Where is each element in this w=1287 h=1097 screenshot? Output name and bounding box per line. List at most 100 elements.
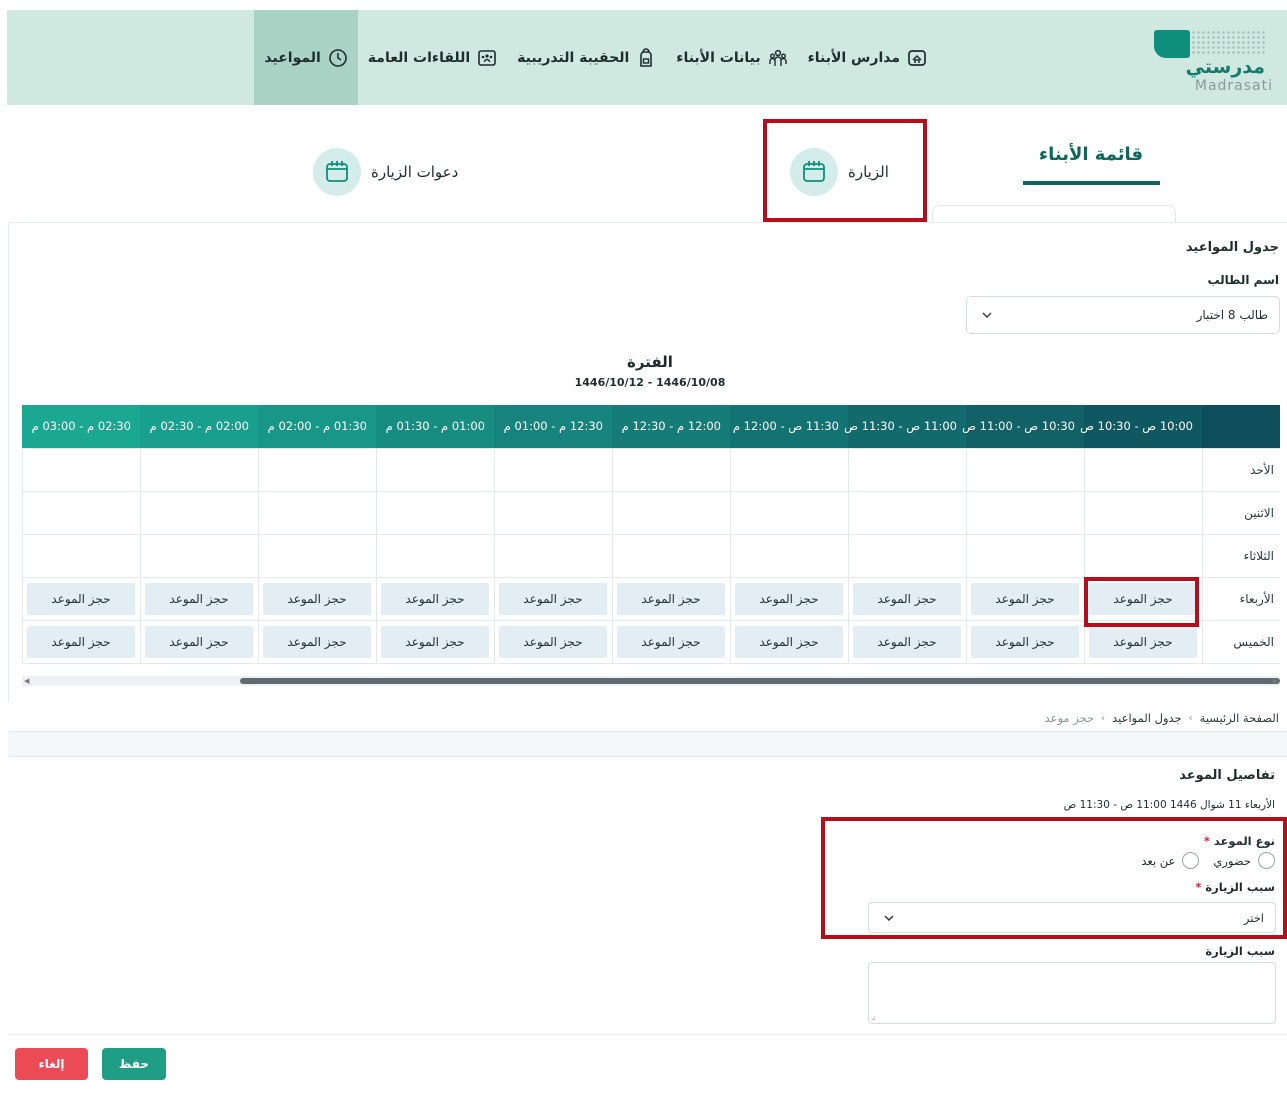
nav-item-training-bag[interactable]: الحقيبة التدريبية: [507, 10, 666, 105]
radio-in-person[interactable]: حضوري: [1213, 852, 1275, 869]
table-row: الثلاثاء: [22, 533, 1280, 578]
nav-item-children-data[interactable]: بيانات الأبناء: [666, 10, 797, 105]
book-appointment-button[interactable]: حجز الموعد: [499, 625, 607, 658]
clock-icon: [328, 48, 347, 67]
scrollbar-thumb[interactable]: [240, 678, 1280, 684]
scroll-left-arrow-icon[interactable]: ◀: [24, 677, 29, 685]
resize-grip-icon[interactable]: ⌟: [871, 1012, 875, 1022]
book-appointment-button[interactable]: حجز الموعد: [381, 582, 489, 615]
cancel-button[interactable]: إلغاء: [15, 1048, 88, 1080]
slot-cell: [729, 533, 849, 578]
slot-cell: حجز الموعد: [375, 576, 495, 621]
chevron-down-icon: [982, 312, 992, 318]
slot-cell: [729, 447, 849, 492]
slot-cell: [847, 490, 967, 535]
radio-remote-label: عن بعد: [1141, 853, 1176, 868]
logo-english-text: Madrasati: [1194, 78, 1273, 94]
student-select-value: طالب 8 اختبار: [1196, 308, 1268, 322]
visit-reason-text-label: سبب الزيارة: [1205, 944, 1275, 958]
table-row: الأحد: [22, 447, 1280, 492]
header-time-slot: 12:30 م - 01:00 م: [494, 405, 612, 448]
appointment-details-title: تفاصيل الموعد: [1179, 768, 1275, 783]
book-appointment-button[interactable]: حجز الموعد: [853, 582, 961, 615]
book-appointment-button[interactable]: حجز الموعد: [263, 625, 371, 658]
visit-reason-select[interactable]: اختر: [868, 902, 1276, 933]
student-select[interactable]: طالب 8 اختبار: [966, 296, 1280, 334]
slot-cell: حجز الموعد: [493, 619, 613, 664]
breadcrumb-separator-icon: ›: [1188, 712, 1193, 724]
slot-cell: [965, 447, 1085, 492]
school-icon: [908, 49, 926, 66]
slot-cell: [493, 533, 613, 578]
madrasati-logo[interactable]: مدرستي Madrasati: [1154, 26, 1275, 96]
book-appointment-button[interactable]: حجز الموعد: [971, 582, 1079, 615]
header-time-slot: 12:00 م - 12:30 م: [612, 405, 730, 448]
book-appointment-button[interactable]: حجز الموعد: [971, 625, 1079, 658]
radio-in-person-label: حضوري: [1213, 853, 1251, 868]
tab-sons-list[interactable]: قائمة الأبناء: [1023, 144, 1159, 165]
header-time-slot: 11:00 ص - 11:30 ص: [844, 405, 966, 448]
breadcrumb-separator-icon: ›: [1101, 712, 1106, 724]
breadcrumb-schedule[interactable]: جدول المواعيد: [1112, 711, 1182, 725]
nav-label: بيانات الأبناء: [676, 49, 761, 66]
book-appointment-button[interactable]: حجز الموعد: [1089, 625, 1197, 658]
book-appointment-button[interactable]: حجز الموعد: [27, 582, 135, 615]
slot-cell: [139, 533, 259, 578]
slot-cell: [22, 447, 141, 492]
book-appointment-button[interactable]: حجز الموعد: [145, 625, 253, 658]
nav-item-public-meetings[interactable]: اللقاءات العامة: [358, 10, 507, 105]
slot-cell: حجز الموعد: [257, 576, 377, 621]
slot-cell: [611, 533, 731, 578]
breadcrumb-home[interactable]: الصفحة الرئيسية: [1200, 711, 1279, 725]
slot-cell: [847, 447, 967, 492]
slot-cell: حجز الموعد: [729, 619, 849, 664]
slot-cell: حجز الموعد: [965, 576, 1085, 621]
book-appointment-button[interactable]: حجز الموعد: [853, 625, 961, 658]
slot-cell: [493, 490, 613, 535]
appointment-type-label: نوع الموعد *: [1203, 834, 1275, 848]
book-appointment-button[interactable]: حجز الموعد: [263, 582, 371, 615]
slot-cell: [1083, 533, 1203, 578]
radio-circle[interactable]: [1258, 852, 1275, 869]
header-time-slot: 01:30 م - 02:00 م: [258, 405, 376, 448]
nav-label: المواعيد: [264, 49, 321, 66]
period-range: 1446/10/12 - 1446/10/08: [574, 376, 726, 389]
table-horizontal-scrollbar[interactable]: ◀ ▶: [22, 676, 1280, 686]
slot-cell: [139, 447, 259, 492]
book-appointment-button[interactable]: حجز الموعد: [381, 625, 489, 658]
tab-visit-invites[interactable]: دعوات الزيارة: [313, 148, 458, 196]
calendar-icon: [790, 148, 838, 196]
book-appointment-button[interactable]: حجز الموعد: [499, 582, 607, 615]
slot-cell: حجز الموعد: [257, 619, 377, 664]
chevron-down-icon: [884, 915, 894, 921]
slot-cell: [1083, 490, 1203, 535]
visit-reason-select-value: اختر: [1243, 911, 1264, 925]
tab-visit[interactable]: الزيارة: [790, 148, 889, 196]
header-time-slot: 10:30 ص - 11:00 ص: [962, 405, 1084, 448]
book-appointment-button[interactable]: حجز الموعد: [27, 625, 135, 658]
slot-cell: [729, 490, 849, 535]
book-appointment-button[interactable]: حجز الموعد: [1089, 582, 1197, 615]
visit-reason-textarea[interactable]: ⌟: [868, 962, 1276, 1024]
radio-remote[interactable]: عن بعد: [1141, 852, 1200, 869]
slot-cell: حجز الموعد: [965, 619, 1085, 664]
nav-label: الحقيبة التدريبية: [517, 49, 630, 66]
book-appointment-button[interactable]: حجز الموعد: [617, 582, 725, 615]
radio-circle[interactable]: [1182, 852, 1200, 869]
save-button[interactable]: حفظ: [102, 1048, 166, 1080]
nav-label: اللقاءات العامة: [367, 49, 471, 66]
nav-item-appointments[interactable]: المواعيد: [254, 10, 358, 105]
slot-cell: حجز الموعد: [729, 576, 849, 621]
book-appointment-button[interactable]: حجز الموعد: [617, 625, 725, 658]
book-appointment-button[interactable]: حجز الموعد: [735, 625, 843, 658]
scroll-right-arrow-icon[interactable]: ▶: [1273, 677, 1278, 685]
book-appointment-button[interactable]: حجز الموعد: [735, 582, 843, 615]
day-name-cell: الأربعاء: [1201, 576, 1280, 621]
visit-reason-label: سبب الزيارة *: [1195, 880, 1275, 894]
header-time-slot: 11:30 ص - 12:00 م: [730, 405, 848, 448]
slot-cell: حجز الموعد: [22, 576, 141, 621]
nav-item-children-schools[interactable]: مدارس الأبناء: [798, 10, 937, 105]
book-appointment-button[interactable]: حجز الموعد: [145, 582, 253, 615]
nav-label: مدارس الأبناء: [807, 49, 900, 66]
day-name-cell: الخميس: [1201, 619, 1280, 664]
